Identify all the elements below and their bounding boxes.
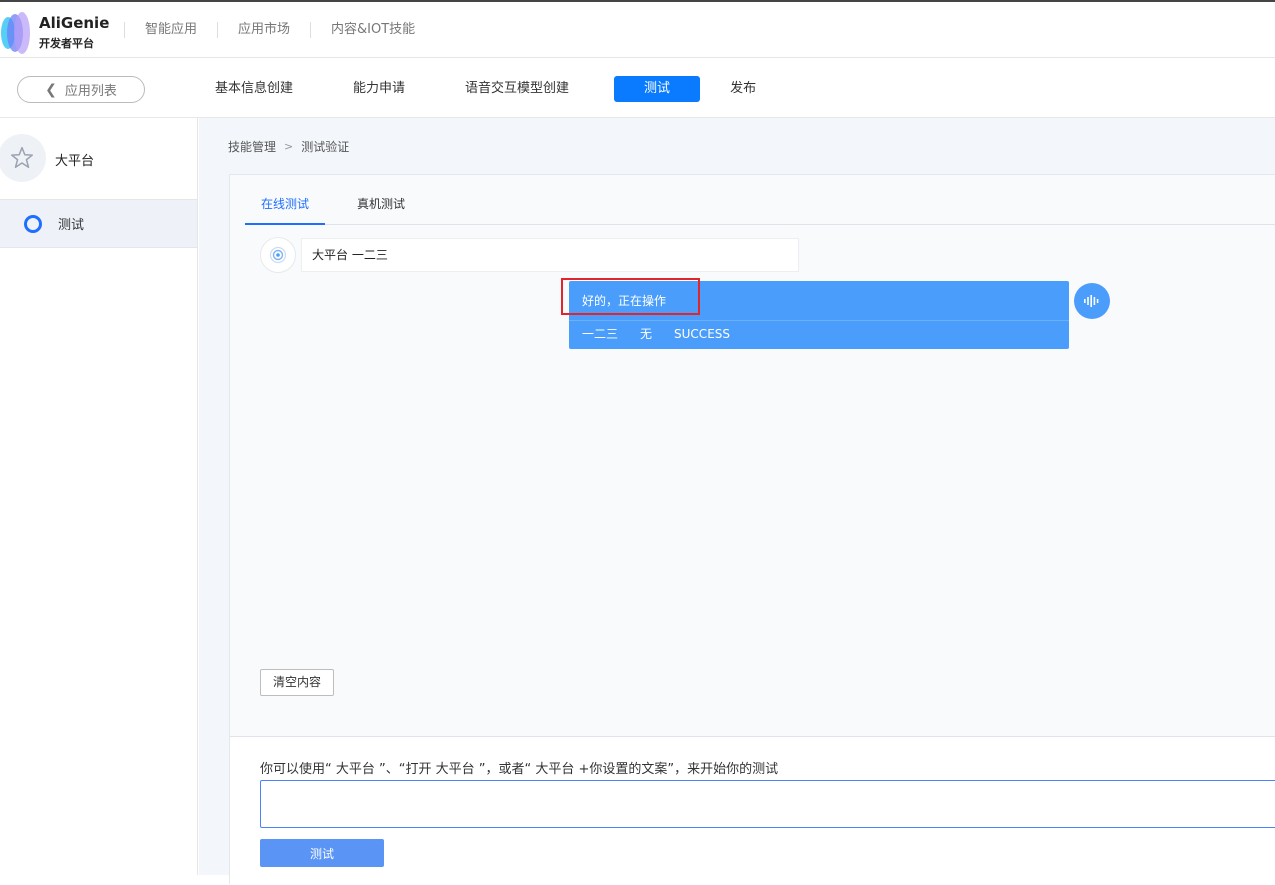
main-content: 技能管理 > 测试验证 在线测试 真机测试 大平台 一二三 好的，正在操作 一二…: [199, 118, 1275, 885]
aligenie-logo-icon: [1, 12, 30, 54]
test-panel: 在线测试 真机测试 大平台 一二三 好的，正在操作 一二三 无 SUCCESS: [229, 174, 1275, 885]
test-hint: 你可以使用“ 大平台 ”、“打开 大平台 ”，或者“ 大平台 +你设置的文案”，…: [260, 762, 779, 777]
nav-app-market[interactable]: 应用市场: [217, 22, 310, 38]
bot-detail-status: SUCCESS: [674, 327, 731, 341]
back-to-app-list-button[interactable]: ❮ 应用列表: [17, 76, 145, 103]
back-button-label: 应用列表: [64, 84, 117, 99]
sound-wave-icon: [1084, 295, 1099, 307]
bot-detail-value: 一二三: [582, 327, 619, 341]
step-publish[interactable]: 发布: [715, 76, 771, 102]
bot-reply-details: 一二三 无 SUCCESS: [569, 321, 1069, 348]
test-tabs: 在线测试 真机测试: [245, 175, 1275, 225]
brand-name: AliGenie: [39, 14, 110, 32]
brand-logo[interactable]: AliGenie 开发者平台: [0, 8, 120, 54]
voice-play-button[interactable]: [1074, 283, 1110, 319]
nav-smart-apps[interactable]: 智能应用: [124, 22, 217, 38]
circle-icon: [24, 214, 42, 233]
test-input-area: 你可以使用“ 大平台 ”、“打开 大平台 ”，或者“ 大平台 +你设置的文案”，…: [230, 736, 1275, 885]
skill-header: 大平台: [0, 118, 197, 200]
test-input[interactable]: [260, 780, 1275, 828]
sidebar-item-label: 测试: [58, 218, 85, 233]
tab-online-test[interactable]: 在线测试: [245, 193, 326, 225]
step-voice-model[interactable]: 语音交互模型创建: [450, 76, 584, 102]
skill-name: 大平台: [55, 154, 95, 169]
bot-detail-value: 无: [640, 327, 653, 341]
user-voice-avatar: [260, 237, 296, 273]
step-capability-apply[interactable]: 能力申请: [338, 76, 420, 102]
top-nav: 智能应用 应用市场 内容&IOT技能: [124, 2, 435, 58]
step-tabs: 基本信息创建 能力申请 语音交互模型创建 测试 发布: [200, 76, 801, 102]
clear-content-button[interactable]: 清空内容: [260, 669, 334, 696]
breadcrumb: 技能管理 > 测试验证: [228, 138, 349, 155]
submit-test-button[interactable]: 测试: [260, 839, 384, 867]
step-basic-info[interactable]: 基本信息创建: [200, 76, 308, 102]
tab-device-test[interactable]: 真机测试: [341, 193, 421, 225]
user-message: 大平台 一二三: [260, 237, 799, 273]
brand-subtitle: 开发者平台: [39, 37, 94, 50]
breadcrumb-skill-management[interactable]: 技能管理: [228, 138, 276, 155]
sidebar-item-test[interactable]: 测试: [0, 200, 197, 248]
breadcrumb-separator-icon: >: [284, 140, 294, 153]
highlight-box: [561, 278, 700, 315]
user-message-bubble: 大平台 一二三: [301, 238, 799, 272]
skill-avatar: [0, 134, 46, 182]
step-bar: ❮ 应用列表 基本信息创建 能力申请 语音交互模型创建 测试 发布: [0, 58, 1275, 118]
top-navbar: AliGenie 开发者平台 智能应用 应用市场 内容&IOT技能: [0, 0, 1275, 58]
target-icon: [269, 246, 287, 264]
sidebar: 大平台 测试: [0, 118, 198, 875]
chevron-left-icon: ❮: [45, 81, 57, 98]
step-test[interactable]: 测试: [614, 76, 701, 102]
star-icon: [10, 146, 34, 168]
breadcrumb-test-verify: 测试验证: [301, 140, 350, 154]
nav-content-iot-skills[interactable]: 内容&IOT技能: [310, 22, 435, 38]
